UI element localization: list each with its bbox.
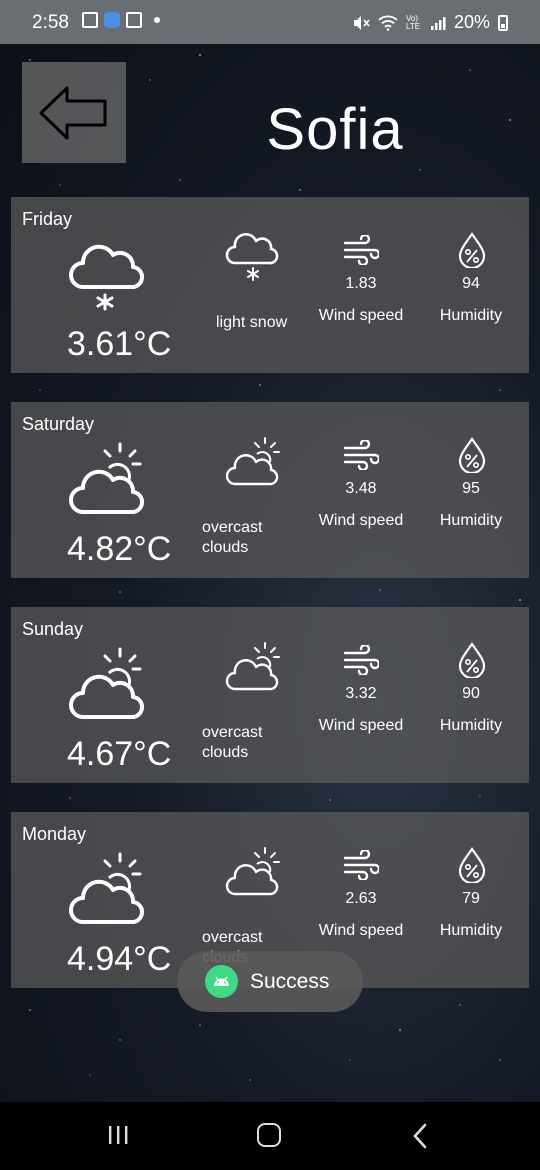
- home-icon[interactable]: [257, 1123, 281, 1147]
- humidity-value: 79: [462, 890, 480, 907]
- signal-icon: [430, 16, 446, 30]
- success-toast: Success: [177, 951, 363, 1012]
- toast-message: Success: [250, 970, 330, 993]
- humidity-value: 95: [462, 480, 480, 497]
- cloud-sun-icon: [69, 647, 144, 720]
- status-bar: 2:58 Vo) LTE 20%: [0, 0, 540, 44]
- gallery-icon: [82, 12, 98, 28]
- wind-speed-label: Wind speed: [318, 512, 404, 529]
- cloud-snow-icon: [69, 244, 144, 311]
- wind-speed-label: Wind speed: [318, 307, 404, 324]
- more-notifications-icon: [154, 17, 160, 23]
- humidity-value: 94: [462, 275, 480, 292]
- recent-apps-icon[interactable]: [107, 1124, 129, 1146]
- wind-icon: [343, 850, 379, 880]
- wind-speed-value: 3.48: [345, 480, 377, 497]
- battery-percent: 20%: [453, 12, 490, 32]
- cloud-sun-icon: [225, 437, 280, 486]
- status-time: 2:58: [32, 12, 69, 33]
- wind-speed-label: Wind speed: [318, 717, 404, 734]
- wind-speed-value: 3.32: [345, 685, 377, 702]
- forecast-card-saturday: Saturday 4.82°C overcast clouds 3.48 Win…: [11, 402, 529, 578]
- humidity-label: Humidity: [439, 307, 503, 324]
- wind-icon: [343, 235, 379, 265]
- humidity-icon: [458, 232, 486, 268]
- humidity-label: Humidity: [439, 922, 503, 939]
- cloud-snow-icon: [225, 232, 279, 281]
- humidity-icon: [458, 642, 486, 678]
- back-button[interactable]: [22, 62, 126, 163]
- android-icon: [205, 965, 238, 998]
- day-label: Saturday: [22, 414, 95, 434]
- day-label: Sunday: [22, 619, 84, 639]
- humidity-icon: [458, 847, 486, 883]
- cloud-sun-icon: [69, 442, 144, 515]
- cloud-sun-icon: [225, 642, 280, 691]
- wind-speed-value: 1.83: [345, 275, 377, 292]
- system-back-icon[interactable]: [410, 1123, 430, 1149]
- condition-description: overcast clouds: [202, 724, 263, 761]
- temperature: 4.94°C: [67, 940, 172, 978]
- cloud-sun-icon: [225, 847, 280, 896]
- city-title: Sofia: [266, 97, 404, 162]
- wind-speed-label: Wind speed: [318, 922, 404, 939]
- forecast-card-sunday: Sunday 4.67°C overcast clouds 3.32 Wind …: [11, 607, 529, 783]
- wind-icon: [343, 645, 379, 675]
- cloud-sun-icon: [69, 852, 144, 925]
- volte-label: Vo) LTE: [405, 13, 421, 31]
- wifi-icon: [378, 15, 398, 31]
- humidity-label: Humidity: [439, 512, 503, 529]
- day-label: Friday: [22, 209, 73, 229]
- mute-icon: [353, 15, 370, 30]
- wind-speed-value: 2.63: [345, 890, 377, 907]
- temperature: 3.61°C: [67, 325, 172, 363]
- check-icon: [126, 12, 142, 28]
- weather-notification-icon: [104, 12, 120, 28]
- system-icons: Vo) LTE 20%: [352, 12, 508, 33]
- condition-description: overcast clouds: [202, 519, 263, 556]
- arrow-left-icon: [39, 86, 107, 139]
- system-nav-bar: [0, 1102, 540, 1170]
- temperature: 4.82°C: [67, 530, 172, 568]
- forecast-card-friday: Friday 3.61°C light snow 1.83 Wind speed…: [11, 197, 529, 373]
- temperature: 4.67°C: [67, 735, 172, 773]
- humidity-value: 90: [462, 685, 480, 702]
- notification-icons: [82, 12, 160, 28]
- day-label: Monday: [22, 824, 87, 844]
- battery-icon: [498, 14, 508, 31]
- humidity-icon: [458, 437, 486, 473]
- humidity-label: Humidity: [439, 717, 503, 734]
- wind-icon: [343, 440, 379, 470]
